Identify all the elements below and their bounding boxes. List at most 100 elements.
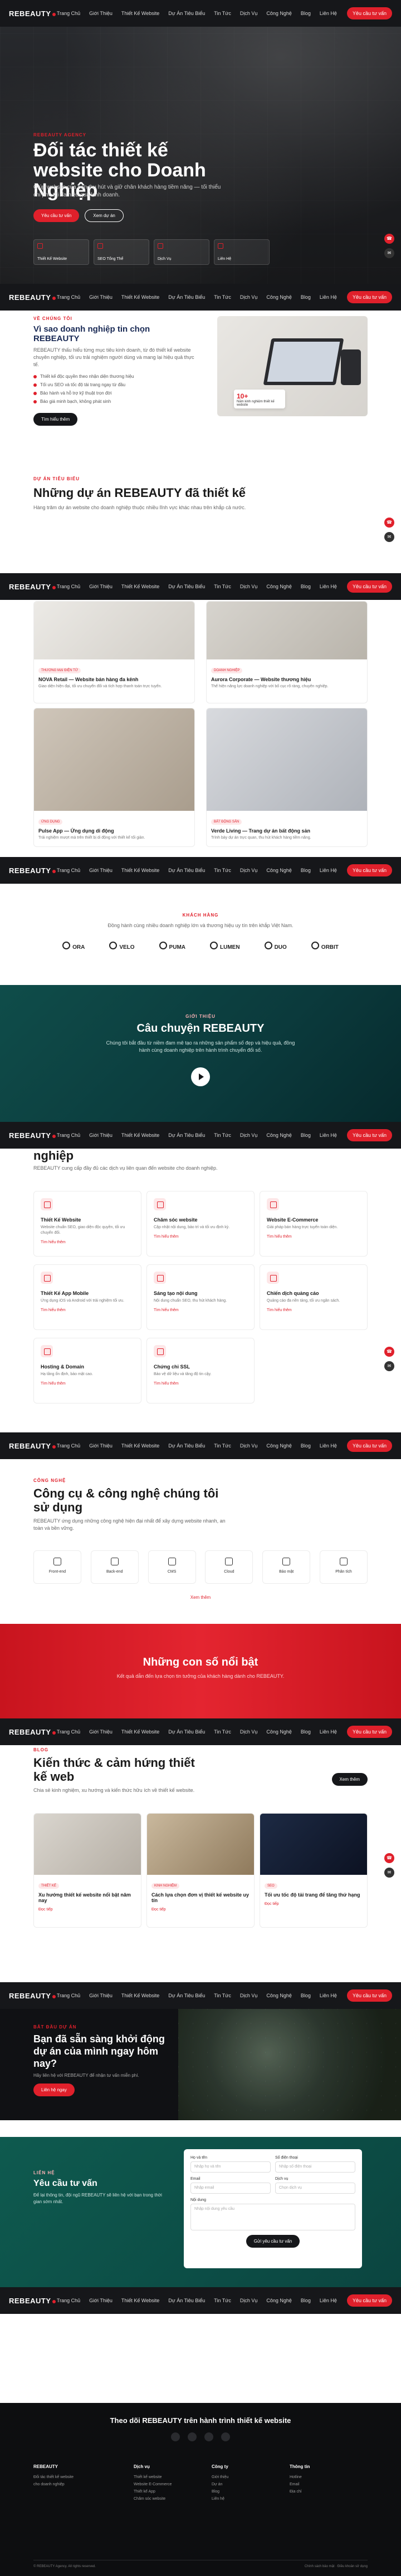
- email-input[interactable]: Nhập email: [190, 2183, 271, 2194]
- nav-link[interactable]: Tin Tức: [214, 1729, 231, 1735]
- service-link[interactable]: Tìm hiểu thêm: [154, 1235, 247, 1239]
- footer-link[interactable]: Website E-Commerce: [134, 2481, 206, 2488]
- footer-link[interactable]: Liên hệ: [212, 2495, 284, 2503]
- phone-icon[interactable]: ☎: [384, 518, 394, 528]
- nav-link[interactable]: Liên Hệ: [320, 584, 337, 589]
- nav-link[interactable]: Tin Tức: [214, 1443, 231, 1449]
- chat-icon[interactable]: ✉: [384, 532, 394, 542]
- nav-link[interactable]: Liên Hệ: [320, 1729, 337, 1735]
- nav-link[interactable]: Thiết Kế Website: [121, 584, 159, 589]
- tool-card[interactable]: Front-end: [33, 1550, 81, 1584]
- nav-link[interactable]: Blog: [301, 584, 311, 589]
- footer-link[interactable]: Dự án: [212, 2481, 284, 2488]
- service-card[interactable]: Thiết Kế App Mobile Ứng dụng iOS và Andr…: [33, 1264, 141, 1330]
- nav-link[interactable]: Dự Án Tiêu Biểu: [168, 294, 205, 300]
- nav-link[interactable]: Dự Án Tiêu Biểu: [168, 1993, 205, 1998]
- nav-link[interactable]: Công Nghệ: [266, 1993, 292, 1998]
- phone-icon[interactable]: ☎: [384, 234, 394, 244]
- nav-link[interactable]: Giới Thiệu: [89, 1132, 113, 1138]
- nav-link[interactable]: Dịch Vụ: [240, 2298, 258, 2303]
- tool-card[interactable]: Cloud: [205, 1550, 253, 1584]
- nav-link[interactable]: Dự Án Tiêu Biểu: [168, 2298, 205, 2303]
- service-link[interactable]: Tìm hiểu thêm: [267, 1308, 360, 1312]
- youtube-icon[interactable]: [188, 2432, 197, 2441]
- consult-button[interactable]: Yêu cầu tư vấn: [346, 7, 392, 19]
- service-card[interactable]: Chứng chỉ SSL Bảo vệ dữ liệu và tăng độ …: [146, 1338, 255, 1403]
- nav-link[interactable]: Giới Thiệu: [89, 1443, 113, 1449]
- message-textarea[interactable]: Nhập nội dung yêu cầu: [190, 2204, 355, 2230]
- nav-link[interactable]: Dịch Vụ: [240, 1132, 258, 1138]
- blog-post[interactable]: THIẾT KẾ Xu hướng thiết kế website nổi b…: [33, 1813, 141, 1928]
- service-link[interactable]: Tìm hiểu thêm: [154, 1382, 247, 1386]
- hero-consult-button[interactable]: Yêu cầu tư vấn: [33, 209, 80, 222]
- nav-link[interactable]: Dịch Vụ: [240, 11, 258, 16]
- nav-link[interactable]: Dịch Vụ: [240, 868, 258, 873]
- chat-icon[interactable]: ✉: [384, 1868, 394, 1878]
- nav-link[interactable]: Công Nghệ: [266, 1729, 292, 1735]
- nav-link[interactable]: Thiết Kế Website: [121, 1443, 159, 1449]
- nav-link[interactable]: Trang Chủ: [57, 2298, 80, 2303]
- nav-link[interactable]: Thiết Kế Website: [121, 868, 159, 873]
- instagram-icon[interactable]: [204, 2432, 213, 2441]
- nav-link[interactable]: Trang Chủ: [57, 1132, 80, 1138]
- nav-link[interactable]: Liên Hệ: [320, 1993, 337, 1998]
- blog-more-button[interactable]: Xem thêm: [331, 1773, 368, 1786]
- play-video-button[interactable]: [191, 1067, 210, 1086]
- service-link[interactable]: Tìm hiểu thêm: [41, 1308, 134, 1312]
- consult-button[interactable]: Yêu cầu tư vấn: [346, 1726, 392, 1738]
- nav-link[interactable]: Giới Thiệu: [89, 11, 113, 16]
- nav-link[interactable]: Liên Hệ: [320, 868, 337, 873]
- nav-link[interactable]: Tin Tức: [214, 584, 231, 589]
- nav-link[interactable]: Blog: [301, 1443, 311, 1449]
- cta-contact-button[interactable]: Liên hệ ngay: [33, 2084, 75, 2096]
- nav-link[interactable]: Thiết Kế Website: [121, 11, 159, 16]
- nav-link[interactable]: Giới Thiệu: [89, 868, 113, 873]
- hero-tile[interactable]: SEO Tổng Thể: [94, 239, 149, 265]
- nav-link[interactable]: Công Nghệ: [266, 584, 292, 589]
- logo[interactable]: REBEAUTY: [9, 583, 56, 591]
- nav-link[interactable]: Dịch Vụ: [240, 294, 258, 300]
- chat-icon[interactable]: ✉: [384, 1361, 394, 1371]
- name-input[interactable]: Nhập họ và tên: [190, 2161, 271, 2173]
- nav-link[interactable]: Trang Chủ: [57, 868, 80, 873]
- nav-link[interactable]: Thiết Kế Website: [121, 1729, 159, 1735]
- nav-link[interactable]: Thiết Kế Website: [121, 1132, 159, 1138]
- phone-icon[interactable]: ☎: [384, 1853, 394, 1863]
- nav-link[interactable]: Dự Án Tiêu Biểu: [168, 1132, 205, 1138]
- tool-card[interactable]: CMS: [148, 1550, 196, 1584]
- nav-link[interactable]: Blog: [301, 11, 311, 16]
- consult-button[interactable]: Yêu cầu tư vấn: [346, 2294, 392, 2307]
- hero-tile[interactable]: Dịch Vụ: [154, 239, 209, 265]
- blog-post[interactable]: KINH NGHIỆM Cách lựa chọn đơn vị thiết k…: [146, 1813, 255, 1928]
- logo[interactable]: REBEAUTY: [9, 9, 56, 18]
- consult-button[interactable]: Yêu cầu tư vấn: [346, 291, 392, 303]
- nav-link[interactable]: Dịch Vụ: [240, 1993, 258, 1998]
- nav-link[interactable]: Tin Tức: [214, 1132, 231, 1138]
- nav-link[interactable]: Dự Án Tiêu Biểu: [168, 868, 205, 873]
- nav-link[interactable]: Công Nghệ: [266, 1132, 292, 1138]
- logo[interactable]: REBEAUTY: [9, 1131, 56, 1140]
- nav-link[interactable]: Liên Hệ: [320, 11, 337, 16]
- service-card[interactable]: Chăm sóc website Cập nhật nội dung, bảo …: [146, 1191, 255, 1257]
- project-card[interactable]: BẤT ĐỘNG SẢN Verde Living — Trang dự án …: [206, 708, 368, 847]
- nav-link[interactable]: Thiết Kế Website: [121, 294, 159, 300]
- logo[interactable]: REBEAUTY: [9, 2297, 56, 2305]
- nav-link[interactable]: Dự Án Tiêu Biểu: [168, 1729, 205, 1735]
- nav-link[interactable]: Giới Thiệu: [89, 2298, 113, 2303]
- nav-link[interactable]: Dịch Vụ: [240, 1443, 258, 1449]
- nav-link[interactable]: Tin Tức: [214, 11, 231, 16]
- service-card[interactable]: Hosting & Domain Hạ tầng ổn định, bảo mậ…: [33, 1338, 141, 1403]
- consult-button[interactable]: Yêu cầu tư vấn: [346, 1129, 392, 1141]
- service-card[interactable]: Thiết Kế Website Website chuẩn SEO, giao…: [33, 1191, 141, 1257]
- consult-button[interactable]: Yêu cầu tư vấn: [346, 1989, 392, 2002]
- nav-link[interactable]: Blog: [301, 868, 311, 873]
- nav-link[interactable]: Blog: [301, 294, 311, 300]
- nav-link[interactable]: Trang Chủ: [57, 1993, 80, 1998]
- tools-more-link[interactable]: Xem thêm: [0, 1595, 401, 1600]
- service-link[interactable]: Tìm hiểu thêm: [41, 1240, 134, 1244]
- consult-button[interactable]: Yêu cầu tư vấn: [346, 580, 392, 593]
- blog-post[interactable]: SEO Tối ưu tốc độ tải trang để tăng thứ …: [260, 1813, 368, 1928]
- nav-link[interactable]: Dịch Vụ: [240, 584, 258, 589]
- nav-link[interactable]: Công Nghệ: [266, 11, 292, 16]
- nav-link[interactable]: Liên Hệ: [320, 294, 337, 300]
